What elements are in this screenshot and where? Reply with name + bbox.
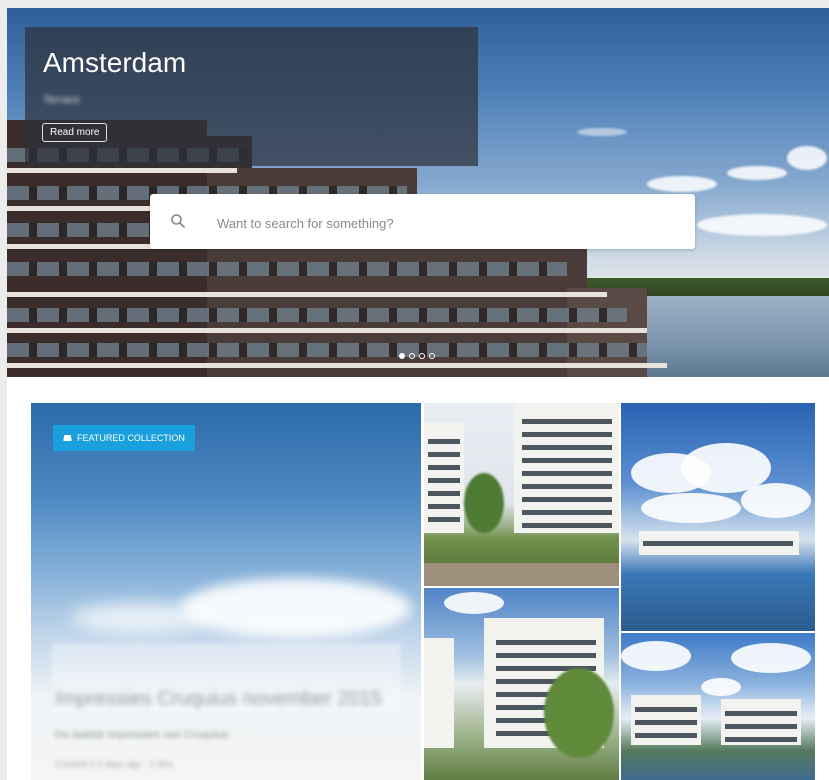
slider-dot-2[interactable] [409, 353, 415, 359]
hero-windows [7, 262, 567, 276]
slider-dot-4[interactable] [429, 353, 435, 359]
search-input[interactable] [215, 210, 679, 236]
thumb-cloud [444, 592, 504, 614]
hero-balcony [7, 328, 647, 333]
slider-dots [399, 353, 435, 359]
hero-slider[interactable]: Amsterdam Terrace Read more [7, 8, 829, 377]
hero-balcony [7, 292, 607, 297]
featured-description: De laatste impressies van Cruquius. [55, 729, 232, 741]
featured-title[interactable]: Impressies Cruquius november 2015 [55, 688, 382, 711]
search-bar [150, 194, 695, 249]
thumb-cloud [741, 483, 811, 518]
thumbnail-courtyard-render[interactable] [424, 403, 619, 586]
sofa-icon [63, 435, 72, 441]
hero-cloud [577, 128, 627, 136]
thumb-cloud [731, 643, 811, 673]
hero-subtitle: Terrace [43, 94, 80, 106]
hero-cloud [647, 176, 717, 192]
hero-windows [7, 343, 647, 357]
thumb-building [424, 638, 454, 748]
thumbnail-apartment-garden[interactable] [424, 588, 619, 780]
hero-windows [7, 308, 627, 322]
read-more-button[interactable]: Read more [42, 123, 108, 142]
thumbnail-waterfront-sky[interactable] [621, 403, 815, 631]
thumb-windows [635, 699, 697, 743]
hero-balcony [7, 363, 667, 368]
thumb-windows [522, 411, 612, 529]
featured-collection-card[interactable]: FEATURED COLLECTION Impressies Cruquius … [31, 403, 421, 780]
thumb-windows [643, 533, 793, 553]
hero-cloud [787, 146, 827, 170]
hero-caption: Amsterdam Terrace Read more [25, 27, 478, 166]
featured-cloud [71, 603, 211, 633]
hero-cloud [697, 214, 827, 236]
thumb-windows [725, 703, 797, 743]
featured-meta: Created 1-2 days ago · 1 files [55, 759, 174, 769]
thumb-path [424, 563, 619, 586]
featured-badge-label: FEATURED COLLECTION [77, 433, 185, 443]
featured-badge: FEATURED COLLECTION [53, 425, 195, 451]
slider-dot-1[interactable] [399, 353, 405, 359]
thumb-windows [428, 431, 460, 527]
search-icon[interactable] [170, 213, 186, 229]
thumbnail-harbor-view[interactable] [621, 633, 815, 780]
hero-cloud [727, 166, 787, 180]
thumb-tree [544, 668, 614, 758]
hero-title: Amsterdam [43, 47, 187, 78]
thumb-cloud [641, 493, 741, 523]
thumb-tree [464, 473, 504, 533]
thumb-cloud [701, 678, 741, 696]
slider-dot-3[interactable] [419, 353, 425, 359]
thumb-cloud [621, 641, 691, 671]
hero-balcony [7, 168, 237, 173]
page: Amsterdam Terrace Read more Want to sear… [7, 8, 829, 780]
featured-cloud [181, 578, 411, 638]
